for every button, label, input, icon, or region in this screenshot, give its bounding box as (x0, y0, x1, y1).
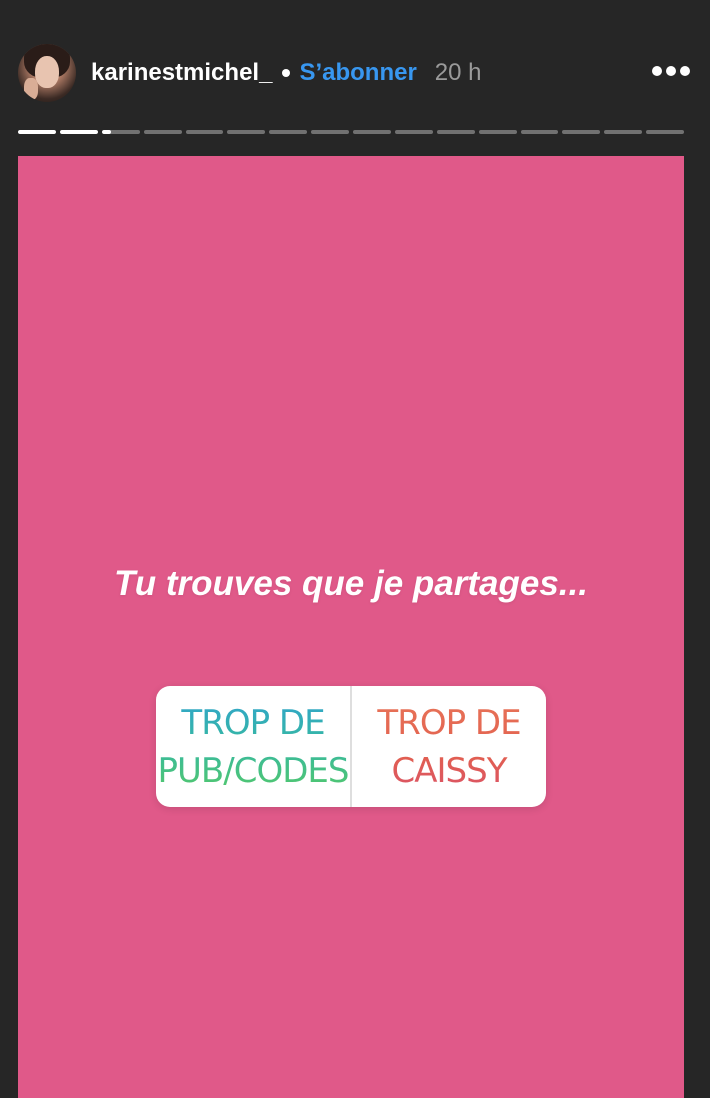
progress-segment (646, 130, 684, 134)
timestamp: 20 h (434, 59, 482, 86)
story-question-text: Tu trouves que je partages... (114, 564, 588, 603)
progress-segment (562, 130, 601, 134)
separator-dot (282, 69, 291, 77)
more-dot (680, 66, 690, 76)
poll-option-b-line2: CAISSY (391, 750, 507, 791)
poll-option-a-line2: PUB/CODES (157, 750, 349, 791)
poll-sticker: TROP DE PUB/CODES TROP DE CAISSY (156, 686, 546, 807)
progress-segment (311, 130, 349, 134)
more-dot (666, 66, 676, 76)
poll-option-a[interactable]: TROP DE PUB/CODES (156, 686, 352, 807)
avatar-face (35, 56, 59, 88)
progress-segment (520, 130, 559, 134)
progress-segment (478, 130, 517, 134)
progress-segment (604, 130, 643, 134)
progress-segment (143, 130, 182, 134)
progress-segment (101, 130, 140, 134)
username[interactable]: karinestmichel_ (91, 59, 272, 87)
progress-segment (353, 130, 391, 134)
more-options-icon[interactable] (652, 66, 690, 76)
avatar-hand (24, 78, 38, 100)
poll-option-b[interactable]: TROP DE CAISSY (352, 686, 546, 807)
poll-option-a-line1: TROP DE (181, 702, 325, 743)
more-dot (652, 66, 662, 76)
progress-segment (269, 130, 308, 134)
progress-fill (101, 130, 112, 134)
follow-button[interactable]: S’abonner (299, 59, 416, 87)
progress-segment (436, 130, 475, 134)
story-frame[interactable]: Tu trouves que je partages... TROP DE PU… (18, 156, 684, 1098)
progress-segment (394, 130, 433, 134)
story-header: karinestmichel_ S’abonner 20 h (18, 42, 688, 104)
progress-segment (227, 130, 266, 134)
progress-segment (185, 130, 224, 134)
progress-fill (59, 130, 98, 134)
poll-option-b-line1: TROP DE (377, 702, 521, 743)
story-progress-bar (18, 130, 684, 134)
progress-fill (18, 130, 56, 134)
avatar[interactable] (18, 44, 76, 102)
progress-segment (59, 130, 98, 134)
progress-segment (18, 130, 56, 134)
